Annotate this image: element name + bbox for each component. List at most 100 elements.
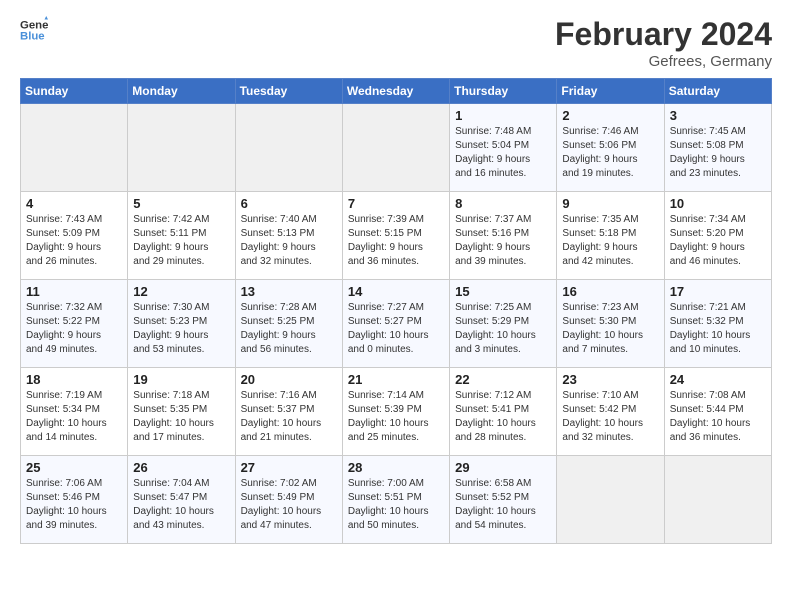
day-info: Sunrise: 7:27 AM Sunset: 5:27 PM Dayligh…	[348, 301, 444, 357]
calendar-week-5: 25 Sunrise: 7:06 AM Sunset: 5:46 PM Dayli…	[21, 456, 772, 544]
calendar-cell: 18Sunrise: 7:19 AM Sunset: 5:34 PM Dayli…	[21, 368, 128, 456]
calendar-cell	[664, 456, 771, 544]
day-info: Sunrise: 7:34 AM Sunset: 5:20 PM Dayligh…	[670, 213, 766, 269]
logo-icon: General Blue	[20, 16, 48, 44]
day-info: Sunrise: 7:04 AM Sunset: 5:47 PM Dayligh…	[133, 477, 229, 533]
day-number: 12	[133, 284, 229, 299]
day-number: 5	[133, 196, 229, 211]
calendar-cell: 5Sunrise: 7:42 AM Sunset: 5:11 PM Daylig…	[128, 192, 235, 280]
day-number: 16	[562, 284, 658, 299]
weekday-header-friday: Friday	[557, 79, 664, 104]
calendar-cell: 9 Sunrise: 7:35 AM Sunset: 5:18 PM Daylig…	[557, 192, 664, 280]
day-number: 8	[455, 196, 551, 211]
calendar-cell: 16 Sunrise: 7:23 AM Sunset: 5:30 PM Dayli…	[557, 280, 664, 368]
day-info: Sunrise: 7:10 AM Sunset: 5:42 PM Dayligh…	[562, 389, 658, 445]
day-number: 14	[348, 284, 444, 299]
day-info: Sunrise: 7:18 AM Sunset: 5:35 PM Dayligh…	[133, 389, 229, 445]
day-info: Sunrise: 7:35 AM Sunset: 5:18 PM Dayligh…	[562, 213, 658, 269]
calendar-cell: 20Sunrise: 7:16 AM Sunset: 5:37 PM Dayli…	[235, 368, 342, 456]
calendar-cell: 11Sunrise: 7:32 AM Sunset: 5:22 PM Dayli…	[21, 280, 128, 368]
day-number: 10	[670, 196, 766, 211]
day-info: Sunrise: 7:40 AM Sunset: 5:13 PM Dayligh…	[241, 213, 337, 269]
day-info: Sunrise: 7:37 AM Sunset: 5:16 PM Dayligh…	[455, 213, 551, 269]
day-info: Sunrise: 7:21 AM Sunset: 5:32 PM Dayligh…	[670, 301, 766, 357]
day-info: Sunrise: 7:46 AM Sunset: 5:06 PM Dayligh…	[562, 125, 658, 181]
weekday-header-wednesday: Wednesday	[342, 79, 449, 104]
calendar-title: February 2024	[555, 16, 772, 53]
calendar-cell: 26 Sunrise: 7:04 AM Sunset: 5:47 PM Dayli…	[128, 456, 235, 544]
calendar-cell: 19 Sunrise: 7:18 AM Sunset: 5:35 PM Dayli…	[128, 368, 235, 456]
day-info: Sunrise: 7:28 AM Sunset: 5:25 PM Dayligh…	[241, 301, 337, 357]
svg-text:Blue: Blue	[20, 31, 45, 43]
calendar-cell: 28 Sunrise: 7:00 AM Sunset: 5:51 PM Dayli…	[342, 456, 449, 544]
day-number: 24	[670, 372, 766, 387]
weekday-header-thursday: Thursday	[450, 79, 557, 104]
day-info: Sunrise: 7:48 AM Sunset: 5:04 PM Dayligh…	[455, 125, 551, 181]
day-info: Sunrise: 6:58 AM Sunset: 5:52 PM Dayligh…	[455, 477, 551, 533]
day-number: 6	[241, 196, 337, 211]
calendar-week-3: 11Sunrise: 7:32 AM Sunset: 5:22 PM Dayli…	[21, 280, 772, 368]
day-number: 13	[241, 284, 337, 299]
day-info: Sunrise: 7:45 AM Sunset: 5:08 PM Dayligh…	[670, 125, 766, 181]
day-number: 18	[26, 372, 122, 387]
day-number: 27	[241, 460, 337, 475]
weekday-header-sunday: Sunday	[21, 79, 128, 104]
day-info: Sunrise: 7:02 AM Sunset: 5:49 PM Dayligh…	[241, 477, 337, 533]
day-info: Sunrise: 7:23 AM Sunset: 5:30 PM Dayligh…	[562, 301, 658, 357]
calendar-cell: 4 Sunrise: 7:43 AM Sunset: 5:09 PM Daylig…	[21, 192, 128, 280]
calendar-subtitle: Gefrees, Germany	[555, 53, 772, 70]
calendar-week-4: 18Sunrise: 7:19 AM Sunset: 5:34 PM Dayli…	[21, 368, 772, 456]
day-number: 28	[348, 460, 444, 475]
day-number: 3	[670, 108, 766, 123]
title-block: February 2024 Gefrees, Germany	[555, 16, 772, 70]
weekday-header-row: SundayMondayTuesdayWednesdayThursdayFrid…	[21, 79, 772, 104]
day-info: Sunrise: 7:32 AM Sunset: 5:22 PM Dayligh…	[26, 301, 122, 357]
day-number: 21	[348, 372, 444, 387]
day-number: 25	[26, 460, 122, 475]
calendar-cell: 23 Sunrise: 7:10 AM Sunset: 5:42 PM Dayli…	[557, 368, 664, 456]
calendar-table: SundayMondayTuesdayWednesdayThursdayFrid…	[20, 78, 772, 544]
calendar-cell: 27 Sunrise: 7:02 AM Sunset: 5:49 PM Dayli…	[235, 456, 342, 544]
logo: General Blue	[20, 16, 48, 44]
day-info: Sunrise: 7:30 AM Sunset: 5:23 PM Dayligh…	[133, 301, 229, 357]
weekday-header-monday: Monday	[128, 79, 235, 104]
day-info: Sunrise: 7:39 AM Sunset: 5:15 PM Dayligh…	[348, 213, 444, 269]
day-number: 23	[562, 372, 658, 387]
calendar-cell: 24Sunrise: 7:08 AM Sunset: 5:44 PM Dayli…	[664, 368, 771, 456]
day-number: 9	[562, 196, 658, 211]
day-number: 22	[455, 372, 551, 387]
calendar-cell: 1Sunrise: 7:48 AM Sunset: 5:04 PM Daylig…	[450, 104, 557, 192]
day-number: 7	[348, 196, 444, 211]
calendar-cell	[342, 104, 449, 192]
calendar-cell: 25 Sunrise: 7:06 AM Sunset: 5:46 PM Dayli…	[21, 456, 128, 544]
calendar-cell: 14 Sunrise: 7:27 AM Sunset: 5:27 PM Dayli…	[342, 280, 449, 368]
day-number: 2	[562, 108, 658, 123]
calendar-cell: 7 Sunrise: 7:39 AM Sunset: 5:15 PM Daylig…	[342, 192, 449, 280]
calendar-cell: 15 Sunrise: 7:25 AM Sunset: 5:29 PM Dayli…	[450, 280, 557, 368]
calendar-cell: 13 Sunrise: 7:28 AM Sunset: 5:25 PM Dayli…	[235, 280, 342, 368]
svg-text:General: General	[20, 19, 48, 31]
day-info: Sunrise: 7:12 AM Sunset: 5:41 PM Dayligh…	[455, 389, 551, 445]
day-info: Sunrise: 7:06 AM Sunset: 5:46 PM Dayligh…	[26, 477, 122, 533]
calendar-cell	[128, 104, 235, 192]
weekday-header-saturday: Saturday	[664, 79, 771, 104]
day-info: Sunrise: 7:14 AM Sunset: 5:39 PM Dayligh…	[348, 389, 444, 445]
calendar-week-2: 4 Sunrise: 7:43 AM Sunset: 5:09 PM Daylig…	[21, 192, 772, 280]
calendar-cell: 29Sunrise: 6:58 AM Sunset: 5:52 PM Dayli…	[450, 456, 557, 544]
day-number: 20	[241, 372, 337, 387]
page-header: General Blue February 2024 Gefrees, Germ…	[20, 16, 772, 70]
calendar-cell: 6 Sunrise: 7:40 AM Sunset: 5:13 PM Daylig…	[235, 192, 342, 280]
day-number: 4	[26, 196, 122, 211]
calendar-cell: 2 Sunrise: 7:46 AM Sunset: 5:06 PM Daylig…	[557, 104, 664, 192]
day-number: 19	[133, 372, 229, 387]
day-number: 15	[455, 284, 551, 299]
day-info: Sunrise: 7:25 AM Sunset: 5:29 PM Dayligh…	[455, 301, 551, 357]
calendar-cell: 17Sunrise: 7:21 AM Sunset: 5:32 PM Dayli…	[664, 280, 771, 368]
day-number: 26	[133, 460, 229, 475]
calendar-cell: 10 Sunrise: 7:34 AM Sunset: 5:20 PM Dayli…	[664, 192, 771, 280]
calendar-cell	[21, 104, 128, 192]
weekday-header-tuesday: Tuesday	[235, 79, 342, 104]
day-info: Sunrise: 7:43 AM Sunset: 5:09 PM Dayligh…	[26, 213, 122, 269]
calendar-week-1: 1Sunrise: 7:48 AM Sunset: 5:04 PM Daylig…	[21, 104, 772, 192]
day-info: Sunrise: 7:00 AM Sunset: 5:51 PM Dayligh…	[348, 477, 444, 533]
